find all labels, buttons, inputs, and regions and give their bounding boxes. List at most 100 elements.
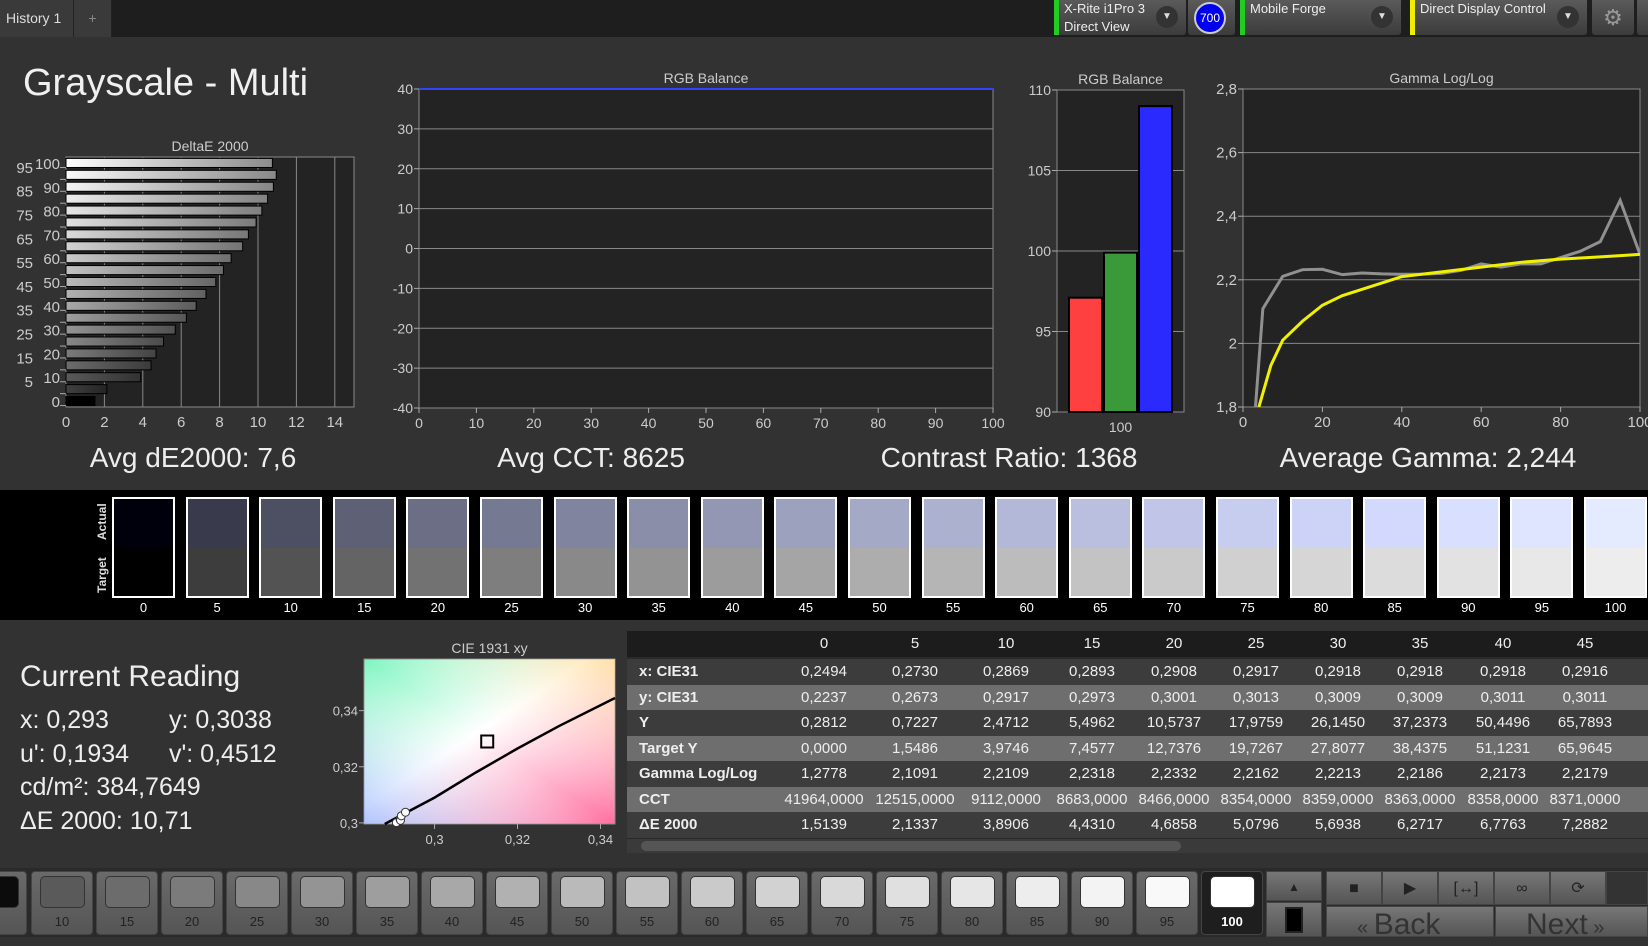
back-button[interactable]: « Back — [1326, 906, 1494, 937]
x-tick-label: 20 — [526, 415, 542, 431]
fit-button[interactable]: [↔] — [1438, 871, 1494, 905]
patch-button-85[interactable]: 85 — [1006, 871, 1068, 935]
x-tick-label: 0,32 — [505, 832, 530, 847]
actual-color — [1438, 499, 1498, 548]
patch-label: 30 — [314, 914, 330, 929]
display-dropdown[interactable]: Direct Display Control ▼ — [1410, 0, 1587, 35]
patch-button-30[interactable]: 30 — [291, 871, 353, 935]
next-button[interactable]: Next » — [1495, 906, 1648, 937]
patch-button-70[interactable]: 70 — [811, 871, 873, 935]
stop-icon: ■ — [1349, 880, 1359, 897]
table-cell: 0,2869 — [983, 663, 1029, 680]
swatch-label: 55 — [945, 600, 961, 615]
patch-button-45[interactable]: 45 — [486, 871, 548, 935]
table-cell: 65,9645 — [1557, 739, 1613, 757]
y-tick-label: 20 — [43, 346, 60, 363]
scroll-up-button[interactable]: ▲ — [1266, 871, 1322, 901]
table-cell: 0,2973 — [1069, 688, 1115, 706]
table-cell: 2,2 — [1626, 761, 1648, 787]
scrollbar-thumb[interactable] — [641, 841, 1181, 851]
y-tick-label: 105 — [1028, 163, 1052, 179]
y-tick-label: 100 — [1028, 243, 1052, 259]
y-tick-label: 0,34 — [333, 704, 358, 719]
deltae-bar-25 — [65, 336, 165, 347]
table-scrollbar[interactable] — [627, 839, 1648, 853]
patch-button-35[interactable]: 35 — [356, 871, 418, 935]
patch-chip — [1015, 876, 1060, 908]
reading-u: u': 0,1934 — [20, 740, 130, 768]
table-cell: 0,3009 — [1397, 688, 1443, 706]
avg-cct-summary: Avg CCT: 8625 — [497, 442, 685, 473]
table-cell: 0,2916 — [1562, 663, 1608, 680]
settings-button[interactable]: ⚙ — [1592, 0, 1634, 35]
tab-history-1[interactable]: History 1 — [0, 0, 74, 37]
loop-button[interactable]: ∞ — [1494, 871, 1550, 905]
table-cell: 2,2213 — [1315, 765, 1361, 782]
patch-label: 50 — [574, 914, 590, 929]
target-color — [482, 547, 541, 596]
swatch-label: 15 — [357, 600, 372, 615]
y-tick-label: 85 — [16, 184, 33, 201]
patch-button-50[interactable]: 50 — [551, 871, 613, 935]
patch-button-10[interactable]: 10 — [31, 871, 93, 935]
patch-button-25[interactable]: 25 — [226, 871, 288, 935]
swatch-label: 20 — [430, 600, 446, 615]
patch-label: 60 — [704, 914, 720, 929]
extra-button[interactable] — [1637, 0, 1648, 35]
table-row: Gamma Log/Log 1,2778 2,1091 2,2109 2,2318 2,2… — [627, 761, 1648, 787]
patch-button-65[interactable]: 65 — [746, 871, 808, 935]
deltae-bar-10 — [65, 372, 142, 383]
actual-color — [408, 499, 468, 548]
add-tab-button[interactable]: + — [74, 0, 112, 37]
y-tick-label: 1,8 — [1216, 399, 1237, 416]
patch-button-80[interactable]: 80 — [941, 871, 1003, 935]
swatch-10 — [259, 497, 323, 598]
patch-button-90[interactable]: 90 — [1071, 871, 1133, 935]
meter-dropdown[interactable]: X-Rite i1Pro 3 Direct View ▼ — [1054, 0, 1186, 35]
target-color — [702, 547, 762, 596]
swatch-label: 95 — [1534, 600, 1550, 615]
x-tick-label: 40 — [641, 415, 657, 431]
patch-chip — [1145, 876, 1190, 908]
target-color — [1070, 547, 1130, 596]
column-header: 15 — [1083, 635, 1101, 652]
extra-media-button[interactable] — [1606, 871, 1648, 905]
stop-button[interactable]: ■ — [1326, 871, 1382, 905]
table-cell: 2,2332 — [1151, 765, 1197, 782]
target-color — [261, 547, 321, 596]
table-cell: 3,8906 — [983, 816, 1029, 833]
patch-button-20[interactable]: 20 — [161, 871, 223, 935]
patch-button-5[interactable] — [0, 871, 27, 935]
table-cell: 0,2730 — [892, 663, 938, 680]
patch-button-55[interactable]: 55 — [616, 871, 678, 935]
patch-button-15[interactable]: 15 — [96, 871, 158, 935]
column-header: 35 — [1411, 635, 1429, 652]
patch-button-75[interactable]: 75 — [876, 871, 938, 935]
patch-button-40[interactable]: 40 — [421, 871, 483, 935]
refresh-icon: ⟳ — [1571, 880, 1585, 897]
x-tick-label: 0 — [415, 415, 423, 431]
table-cell: 0,2812 — [801, 714, 847, 731]
patch-label: 75 — [899, 914, 915, 929]
next-label: Next — [1526, 908, 1588, 937]
generator-dropdown[interactable]: Mobile Forge ▼ — [1240, 0, 1401, 35]
page-title: Grayscale - Multi — [23, 62, 309, 104]
patch-button-100[interactable]: 100 — [1201, 871, 1263, 935]
refresh-button[interactable]: ⟳ — [1550, 871, 1606, 905]
column-header: 0 — [819, 635, 829, 652]
y-tick-label: 30 — [43, 323, 60, 340]
reading-v: v': 0,4512 — [169, 740, 277, 768]
y-tick-label: 95 — [1035, 324, 1051, 340]
patch-button-95[interactable]: 95 — [1136, 871, 1198, 935]
play-button[interactable]: ▶ — [1382, 871, 1438, 905]
y-tick-label: 40 — [397, 81, 413, 97]
x-tick-label: 30 — [583, 415, 599, 431]
x-tick-label: 100 — [1627, 414, 1648, 431]
x-tick-label: 70 — [813, 415, 829, 431]
meter-badge[interactable]: 700 — [1194, 2, 1226, 34]
target-color — [334, 547, 394, 596]
table-cell: 2,2186 — [1397, 765, 1443, 782]
patch-button-60[interactable]: 60 — [681, 871, 743, 935]
x-tick-label: 10 — [469, 415, 485, 431]
pattern-window-button[interactable] — [1266, 902, 1322, 937]
